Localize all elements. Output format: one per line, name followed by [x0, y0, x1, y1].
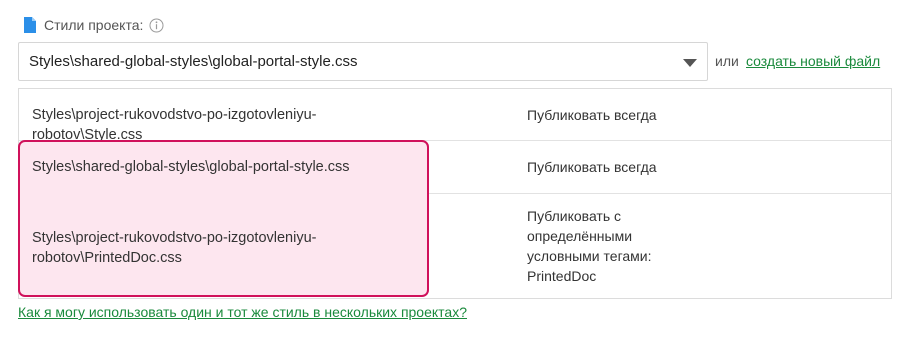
project-styles-label: Стили проекта: — [44, 17, 144, 33]
publish-policy-cell: Публиковать с определёнными условными те… — [527, 208, 652, 284]
table-row[interactable]: Styles\project-rukovodstvo-po-izgotovlen… — [19, 89, 891, 143]
style-path-cell: Styles\shared-global-styles\global-porta… — [32, 159, 350, 175]
info-icon[interactable] — [149, 18, 164, 33]
or-text: или — [715, 53, 739, 69]
style-file-select[interactable]: Styles\shared-global-styles\global-porta… — [18, 42, 708, 81]
project-styles-header: Стили проекта: — [24, 14, 164, 36]
file-icon — [24, 17, 36, 33]
style-file-select-value: Styles\shared-global-styles\global-porta… — [29, 53, 358, 70]
chevron-down-icon[interactable] — [683, 59, 697, 67]
create-new-file-link[interactable]: создать новый файл — [746, 53, 880, 69]
publish-policy-cell: Публиковать всегда — [527, 159, 657, 175]
help-link[interactable]: Как я могу использовать один и тот же ст… — [18, 304, 467, 320]
style-path-cell: Styles\project-rukovodstvo-po-izgotovlen… — [32, 107, 317, 143]
publish-policy-cell: Публиковать всегда — [527, 107, 657, 123]
style-path-cell: Styles\project-rukovodstvo-po-izgotovlen… — [32, 230, 317, 266]
